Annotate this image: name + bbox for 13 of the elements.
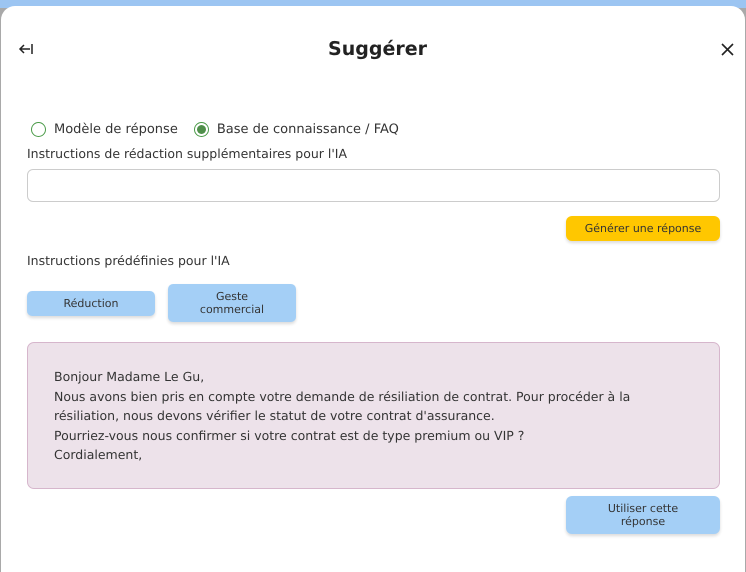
collapse-arrow-icon[interactable] [18, 43, 34, 55]
instructions-label: Instructions de rédaction supplémentaires pour l'IA [27, 146, 348, 161]
predefined-instruction-button[interactable]: Réduction [27, 290, 155, 316]
source-radio-option[interactable]: Base de connaissance / FAQ [194, 122, 399, 137]
suggested-response-text: Bonjour Madame Le Gu, Nous avons bien pris en compte votre demande de résiliation de contrat. Pour procéder à la résiliation, nous devons vérifier le statut de votre contrat d'assurance. Pourriez-vous nous confirmer si votre contrat est de type premium ou VIP ? Cordialement, [54, 368, 632, 464]
predefined-instructions-label: Instructions prédéfinies pour l'IA [27, 253, 231, 268]
generate-response-button[interactable]: Générer une réponse [566, 216, 720, 241]
dialog-title: Suggérer [328, 38, 427, 60]
predefined-instruction-button[interactable]: Geste commercial [168, 284, 296, 322]
close-icon[interactable] [721, 42, 734, 56]
use-response-button[interactable]: Utiliser cette réponse [566, 496, 720, 534]
source-radio-option[interactable]: Modèle de réponse [31, 122, 178, 137]
instructions-input-field[interactable] [27, 169, 720, 202]
